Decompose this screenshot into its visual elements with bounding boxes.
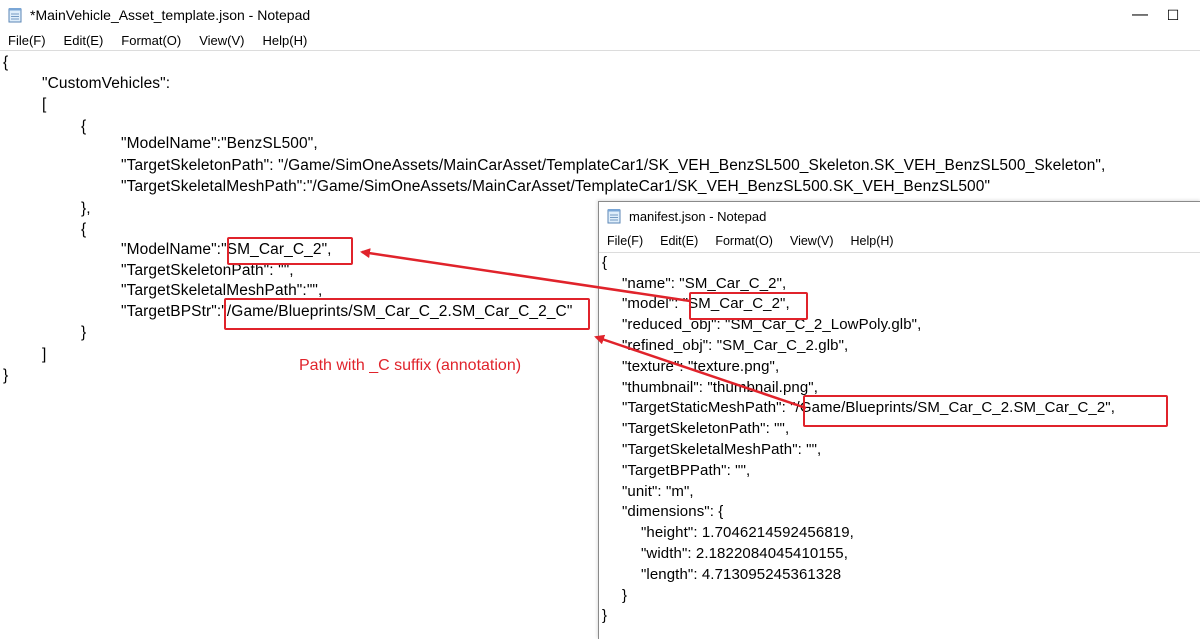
- code-line: }: [3, 367, 9, 384]
- code-line: "height": 1.7046214592456819,: [641, 524, 854, 541]
- window-title: *MainVehicle_Asset_template.json - Notep…: [30, 7, 311, 23]
- code-line: "TargetSkeletalMeshPath": "",: [622, 441, 822, 458]
- code-line: "TargetBPPath": "",: [622, 462, 751, 479]
- menu-edit[interactable]: Edit(E): [660, 234, 698, 248]
- code-line: ]: [42, 346, 47, 363]
- highlight-box-targetbpstr: [224, 298, 590, 330]
- code-line: "length": 4.713095245361328: [641, 566, 842, 583]
- code-line: }: [602, 607, 608, 624]
- menu-help[interactable]: Help(H): [263, 33, 308, 48]
- code-line: "TargetSkeletalMeshPath":"/Game/SimOneAs…: [121, 178, 991, 195]
- code-line: "name": "SM_Car_C_2",: [622, 275, 787, 292]
- code-line: {: [602, 254, 608, 271]
- menu-help[interactable]: Help(H): [850, 234, 893, 248]
- code-line: [: [42, 96, 47, 113]
- menu-format[interactable]: Format(O): [715, 234, 773, 248]
- manifest-menu-bar: File(F) Edit(E) Format(O) View(V) Help(H…: [599, 230, 1200, 252]
- code-line: "ModelName":"BenzSL500",: [121, 135, 318, 152]
- code-line: }: [622, 587, 628, 604]
- main-title-bar[interactable]: *MainVehicle_Asset_template.json - Notep…: [0, 0, 1200, 30]
- notepad-icon: [8, 7, 22, 23]
- code-line: "width": 2.1822084045410155,: [641, 545, 848, 562]
- menu-view[interactable]: View(V): [790, 234, 834, 248]
- code-line: "thumbnail": "thumbnail.png",: [622, 379, 818, 396]
- code-line: "TargetSkeletonPath": "",: [622, 420, 790, 437]
- highlight-box-modelname: [227, 237, 353, 265]
- main-menu-bar: File(F) Edit(E) Format(O) View(V) Help(H…: [0, 30, 1200, 50]
- code-line: {: [81, 221, 87, 238]
- menu-file[interactable]: File(F): [8, 33, 46, 48]
- code-line: {: [3, 54, 9, 71]
- highlight-box-model: [689, 292, 808, 320]
- code-line: }: [81, 324, 87, 341]
- menu-format[interactable]: Format(O): [121, 33, 181, 48]
- window-title: manifest.json - Notepad: [629, 208, 767, 224]
- code-line: "TargetSkeletonPath": "/Game/SimOneAsset…: [121, 157, 1106, 174]
- annotation-label: Path with _C suffix (annotation): [299, 357, 522, 374]
- code-line: "CustomVehicles":: [42, 75, 171, 92]
- code-line: "unit": "m",: [622, 483, 694, 500]
- code-line: {: [81, 118, 87, 135]
- code-line: "dimensions": {: [622, 503, 724, 520]
- code-line: "texture": "texture.png",: [622, 358, 780, 375]
- maximize-button[interactable]: ☐: [1150, 0, 1196, 30]
- menu-file[interactable]: File(F): [607, 234, 643, 248]
- menu-view[interactable]: View(V): [199, 33, 244, 48]
- code-line: },: [81, 200, 91, 217]
- notepad-icon: [607, 208, 621, 224]
- manifest-title-bar[interactable]: manifest.json - Notepad: [599, 202, 1200, 230]
- highlight-box-targetstaticmeshpath: [803, 395, 1168, 427]
- menu-edit[interactable]: Edit(E): [64, 33, 104, 48]
- code-line: "refined_obj": "SM_Car_C_2.glb",: [622, 337, 849, 354]
